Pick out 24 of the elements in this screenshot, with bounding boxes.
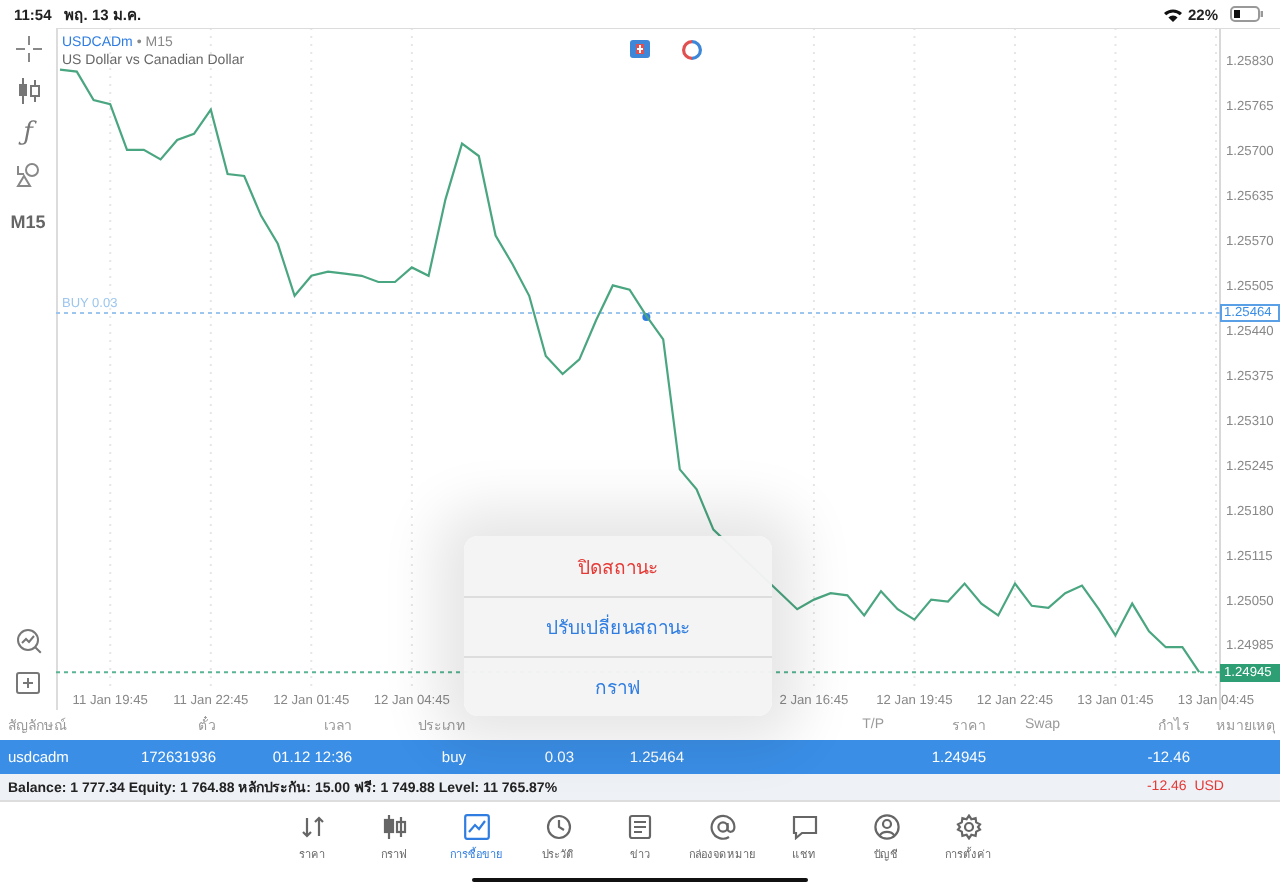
timeframe-button[interactable]: M15 (10, 212, 46, 232)
clock-icon (545, 814, 571, 840)
transfer-arrows-icon (299, 814, 325, 840)
chart-zoom-icon[interactable] (15, 628, 41, 654)
line-chart-icon (463, 814, 489, 840)
menu-item[interactable]: กราฟ (464, 656, 772, 716)
add-chart-icon[interactable] (16, 670, 40, 694)
ring-icon[interactable] (682, 39, 702, 59)
menu-item[interactable]: ปิดสถานะ (464, 536, 772, 596)
chat-bubble-icon (791, 814, 817, 840)
newspaper-icon (627, 814, 653, 840)
person-icon (873, 814, 899, 840)
wifi-icon (1163, 7, 1182, 21)
shapes-icon[interactable] (15, 162, 41, 188)
candlestick-icon[interactable] (15, 78, 41, 104)
battery-icon (1230, 6, 1264, 22)
one-click-trading-icon[interactable] (630, 40, 650, 58)
function-icon[interactable]: ƒ (23, 120, 33, 146)
settings-icon (955, 814, 981, 840)
crosshair-icon[interactable] (15, 36, 41, 62)
at-sign-icon (709, 814, 735, 840)
candlestick-icon (381, 814, 407, 840)
entry-marker (642, 313, 651, 322)
menu-item[interactable]: ปรับเปลี่ยนสถานะ (464, 596, 772, 656)
